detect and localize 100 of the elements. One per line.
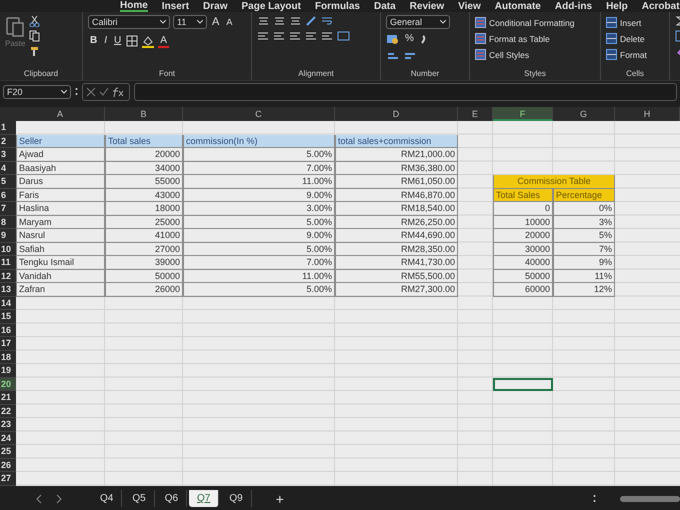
insert-function-icon[interactable]	[112, 87, 126, 97]
row-header[interactable]: 12	[0, 270, 16, 283]
enter-icon[interactable]	[99, 87, 109, 97]
ribbon-tab[interactable]: View	[458, 0, 481, 12]
table-cell: 12%	[553, 283, 615, 296]
borders-icon[interactable]	[126, 35, 138, 47]
cells-menu-button[interactable]: Insert	[606, 15, 642, 30]
row-header[interactable]: 4	[0, 162, 16, 175]
shrink-font-button[interactable]: A	[224, 15, 234, 29]
row-header[interactable]: 26	[0, 458, 16, 472]
row-header[interactable]: 27	[0, 472, 16, 486]
row-header[interactable]: 22	[0, 404, 16, 418]
sheet-tab[interactable]: Q9	[221, 490, 252, 507]
row-header[interactable]: 18	[0, 350, 16, 364]
grow-font-button[interactable]: A	[210, 15, 222, 29]
row-header[interactable]: 20	[0, 378, 16, 391]
previous-icon[interactable]	[36, 494, 42, 504]
cells-menu-button[interactable]: Format	[606, 47, 647, 62]
ribbon-tab[interactable]: Data	[374, 0, 396, 12]
row-header[interactable]: 5	[0, 175, 16, 188]
font-style-button[interactable]: B	[88, 34, 100, 48]
wrap-text-icon[interactable]	[321, 15, 334, 27]
column-header[interactable]: C	[183, 107, 335, 121]
ribbon-tab[interactable]: Review	[410, 0, 444, 12]
percent-button[interactable]: %	[403, 32, 416, 46]
row-header[interactable]: 1	[0, 121, 16, 134]
ribbon-tab[interactable]: Automate	[494, 0, 541, 12]
ribbon-tab[interactable]: Add-ins	[554, 0, 592, 12]
align-icon[interactable]	[289, 30, 302, 42]
sheet-tab[interactable]: Q4	[92, 490, 122, 507]
row-header[interactable]: 14	[0, 296, 16, 310]
cell-cursor[interactable]	[493, 378, 553, 391]
ribbon-tab[interactable]: Acrobat	[642, 0, 680, 12]
row-header[interactable]: 11	[0, 256, 16, 270]
ribbon-tab[interactable]: Page Layout	[241, 0, 301, 12]
font-size-dropdown[interactable]: 11	[173, 15, 207, 29]
row-header[interactable]: 9	[0, 229, 16, 242]
row-header[interactable]: 17	[0, 337, 16, 350]
ribbon-tab[interactable]: Help	[606, 0, 628, 12]
add-sheet-button[interactable]: +	[272, 490, 288, 506]
sheet-tab[interactable]: Q5	[124, 490, 155, 507]
styles-menu-button[interactable]: Conditional Formatting	[475, 15, 575, 30]
row-header[interactable]: 24	[0, 432, 16, 445]
table-cell: 3.00%	[183, 202, 335, 216]
ribbon-tab[interactable]: Formulas	[314, 0, 360, 12]
row-header[interactable]: 8	[0, 216, 16, 229]
align-icon[interactable]	[289, 15, 302, 27]
column-header[interactable]: G	[553, 107, 615, 121]
scissors-icon[interactable]	[29, 15, 40, 27]
ribbon-tab[interactable]: Insert	[162, 0, 190, 12]
font-style-button[interactable]: I	[102, 34, 110, 48]
ribbon-tab[interactable]: Draw	[203, 0, 228, 12]
horizontal-scrollbar[interactable]	[620, 496, 680, 502]
align-icon[interactable]	[257, 15, 270, 27]
cells-menu-button[interactable]: Delete	[606, 31, 645, 46]
row-header[interactable]: 2	[0, 134, 16, 148]
sheet-tab[interactable]: Q7	[189, 490, 220, 507]
row-header[interactable]: 23	[0, 418, 16, 432]
row-header[interactable]: 16	[0, 324, 16, 337]
row-header[interactable]: 7	[0, 202, 16, 216]
column-header[interactable]: A	[16, 107, 105, 121]
column-header[interactable]: H	[615, 107, 680, 121]
align-icon[interactable]	[273, 15, 286, 27]
column-header[interactable]: B	[105, 107, 183, 121]
styles-menu-button[interactable]: Cell Styles	[475, 47, 530, 62]
more-icon[interactable]	[593, 494, 596, 504]
align-icon[interactable]	[321, 30, 334, 42]
comma-style-icon[interactable]	[418, 33, 427, 45]
accounting-icon[interactable]	[386, 33, 400, 45]
number-format-dropdown[interactable]: General	[386, 15, 450, 29]
row-header[interactable]: 19	[0, 364, 16, 378]
next-icon[interactable]	[56, 494, 62, 504]
styles-menu-button[interactable]: Format as Table	[475, 31, 550, 46]
font-name-dropdown[interactable]: Calibri	[88, 15, 170, 29]
copy-icon[interactable]	[29, 30, 40, 42]
name-box[interactable]: F20	[3, 85, 71, 99]
merge-icon[interactable]	[337, 30, 350, 42]
sheet-tab[interactable]: Q6	[156, 490, 188, 507]
row-header[interactable]: 13	[0, 283, 16, 296]
row-header[interactable]: 10	[0, 242, 16, 256]
align-icon[interactable]	[273, 30, 286, 42]
font-color-button[interactable]: A	[158, 34, 169, 48]
format-painter-icon[interactable]	[29, 45, 40, 57]
orientation-icon[interactable]	[305, 15, 318, 27]
align-icon[interactable]	[305, 30, 318, 42]
row-header[interactable]: 15	[0, 310, 16, 324]
column-header[interactable]: D	[335, 107, 458, 121]
column-header[interactable]: F	[493, 107, 553, 121]
formula-input[interactable]	[134, 83, 677, 101]
cancel-icon[interactable]	[86, 87, 96, 97]
row-header[interactable]: 6	[0, 188, 16, 202]
row-header[interactable]: 25	[0, 445, 16, 458]
column-header[interactable]: E	[458, 107, 493, 121]
more-icon[interactable]	[75, 87, 78, 97]
fill-color-icon[interactable]	[141, 34, 156, 48]
column-header-cell: commission(In %)	[183, 134, 335, 148]
row-header[interactable]: 21	[0, 391, 16, 404]
align-icon[interactable]	[257, 30, 270, 42]
row-header[interactable]: 3	[0, 148, 16, 162]
font-style-button[interactable]: U	[112, 34, 124, 48]
